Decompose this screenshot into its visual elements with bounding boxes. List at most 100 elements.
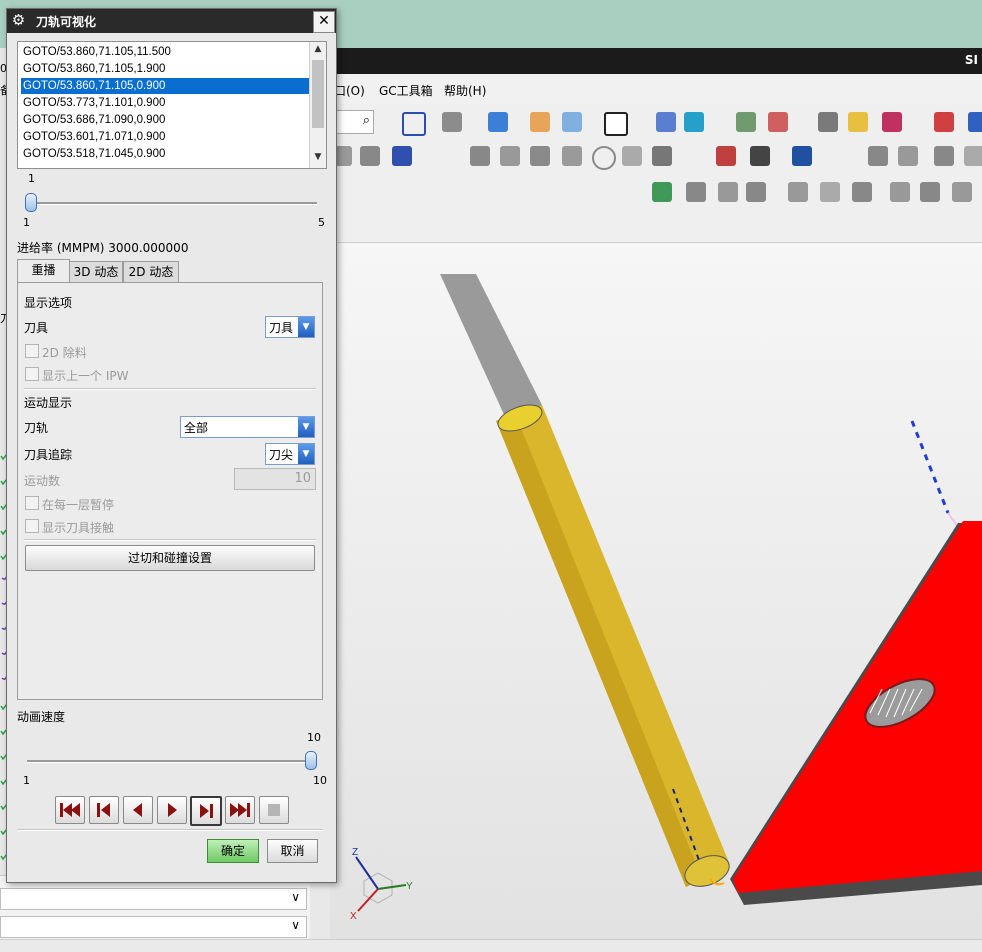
curve-icon[interactable]	[622, 146, 642, 166]
pocket-icon[interactable]	[652, 146, 672, 166]
wheel-icon[interactable]	[934, 146, 954, 166]
circle-icon[interactable]	[592, 146, 616, 170]
close-button[interactable]: ✕	[313, 11, 335, 33]
section-view-icon[interactable]	[656, 112, 676, 132]
rewind-to-start-button[interactable]	[55, 796, 85, 824]
list-item-selected[interactable]: GOTO/53.860,71.105,0.900	[21, 78, 309, 94]
point-icon[interactable]	[768, 112, 788, 132]
play-forward-button[interactable]	[157, 796, 187, 824]
background-icon[interactable]	[604, 112, 628, 136]
tool-icon[interactable]	[818, 112, 838, 132]
table-icon[interactable]	[736, 112, 756, 132]
list-item[interactable]: GOTO/53.860,71.105,11.500	[21, 44, 309, 60]
brush-icon[interactable]	[470, 146, 490, 166]
application-title: SI	[964, 53, 978, 67]
axis-icon[interactable]	[934, 112, 954, 132]
tool-trace-dropdown[interactable]: 刀尖 ▼	[265, 443, 315, 465]
magic-icon[interactable]	[848, 112, 868, 132]
pause-each-layer-checkbox[interactable]	[25, 496, 39, 510]
details-row[interactable]: ∨	[0, 888, 307, 910]
chess-icon[interactable]	[686, 182, 706, 202]
stop-button[interactable]	[259, 796, 289, 824]
menu-help[interactable]: 帮助(H)	[444, 82, 486, 99]
counter-icon[interactable]	[500, 146, 520, 166]
graphics-viewport[interactable]: Z Y X	[330, 243, 982, 939]
tool-holder	[440, 274, 542, 419]
fast-forward-to-end-button[interactable]	[225, 796, 255, 824]
more-icon[interactable]	[968, 112, 982, 132]
list-item[interactable]: GOTO/53.601,71.071,0.900	[21, 129, 309, 145]
cutter-icon[interactable]	[964, 146, 982, 166]
collision-settings-button[interactable]: 过切和碰撞设置	[25, 545, 315, 571]
list-item[interactable]: GOTO/53.773,71.101,0.900	[21, 95, 309, 111]
pause-each-layer-label: 在每一层暂停	[42, 498, 115, 512]
show-tool-contact-checkbox[interactable]	[25, 519, 39, 533]
tool-dropdown[interactable]: 刀具 ▼	[265, 316, 315, 338]
view-icon[interactable]	[562, 112, 582, 132]
fit-view-icon[interactable]	[402, 112, 426, 136]
list-icon[interactable]	[392, 146, 412, 166]
chevron-down-icon[interactable]: ▼	[298, 444, 314, 464]
remove-2d-checkbox[interactable]	[25, 344, 39, 358]
chevron-down-icon[interactable]: ▼	[298, 417, 314, 437]
report-icon[interactable]	[852, 182, 872, 202]
marker-icon[interactable]	[788, 182, 808, 202]
machine-icon[interactable]	[360, 146, 380, 166]
list-item[interactable]: GOTO/53.686,71.090,0.900	[21, 112, 309, 128]
search-field[interactable]: ⌕	[336, 110, 374, 134]
dialog-title: 刀轨可视化	[36, 15, 97, 29]
clock-icon[interactable]	[952, 182, 972, 202]
command-list[interactable]: GOTO/53.860,71.105,11.500 GOTO/53.860,71…	[17, 41, 327, 169]
cancel-button[interactable]: 取消	[267, 839, 318, 863]
step-forward-button[interactable]	[190, 796, 222, 826]
generate-icon[interactable]	[882, 112, 902, 132]
shaded-cube-icon[interactable]	[488, 112, 508, 132]
ok-button[interactable]: 确定	[207, 839, 259, 863]
clip-view-icon[interactable]	[684, 112, 704, 132]
panel-icon[interactable]	[746, 182, 766, 202]
verify-icon[interactable]	[652, 182, 672, 202]
copy-icon[interactable]	[890, 182, 910, 202]
tab-3d-dynamic[interactable]: 3D 动态	[69, 261, 123, 283]
chevron-down-icon[interactable]: ∨	[291, 890, 300, 904]
step-back-button[interactable]	[89, 796, 119, 824]
menu-gc-toolbox[interactable]: GC工具箱	[379, 82, 433, 99]
show-prev-ipw-checkbox[interactable]	[25, 367, 39, 381]
bars-icon[interactable]	[868, 146, 888, 166]
zoom-icon[interactable]	[820, 182, 840, 202]
gear-icon[interactable]: ⚙	[10, 12, 27, 29]
gear-tool-icon[interactable]	[898, 146, 918, 166]
scrollbar-thumb[interactable]	[312, 60, 324, 128]
scroll-down-icon[interactable]: ▼	[310, 152, 326, 166]
tab-replay[interactable]: 重播	[17, 259, 70, 284]
path-dropdown[interactable]: 全部 ▼	[180, 416, 315, 438]
speed-slider-track[interactable]	[27, 760, 317, 763]
export-icon[interactable]	[920, 182, 940, 202]
flag-blue-icon[interactable]	[792, 146, 812, 166]
list-item[interactable]: GOTO/53.518,71.045,0.900	[21, 146, 309, 162]
flag-icon[interactable]	[750, 146, 770, 166]
step-slider-track[interactable]	[27, 202, 317, 205]
motion-count-field[interactable]: 10	[234, 468, 316, 490]
tab-2d-dynamic[interactable]: 2D 动态	[123, 261, 179, 283]
play-reverse-button[interactable]	[123, 796, 153, 824]
show-prev-ipw-label: 显示上一个 IPW	[42, 369, 129, 383]
path-icon[interactable]	[716, 146, 736, 166]
figure-icon[interactable]	[718, 182, 738, 202]
chevron-down-icon[interactable]: ∨	[291, 918, 300, 932]
list-item[interactable]: GOTO/53.860,71.105,1.900	[21, 61, 309, 77]
view-triad: Z Y X	[350, 847, 413, 921]
scroll-up-icon[interactable]: ▲	[310, 44, 326, 58]
dialog-titlebar[interactable]: ⚙ 刀轨可视化 ✕	[7, 9, 336, 33]
speed-slider-thumb[interactable]	[305, 751, 317, 770]
step-slider-thumb[interactable]	[25, 193, 37, 212]
chevron-down-icon[interactable]: ▼	[298, 317, 314, 337]
menu-bar: 口(O) GC工具箱 帮助(H)	[330, 74, 982, 105]
details-row[interactable]: ∨	[0, 916, 307, 938]
render-style-icon[interactable]	[442, 112, 462, 132]
menu-window[interactable]: 口(O)	[334, 82, 365, 99]
layer-icon[interactable]	[530, 112, 550, 132]
stairs-icon[interactable]	[530, 146, 550, 166]
cut-icon[interactable]	[562, 146, 582, 166]
list-scrollbar[interactable]: ▲ ▼	[309, 42, 326, 168]
